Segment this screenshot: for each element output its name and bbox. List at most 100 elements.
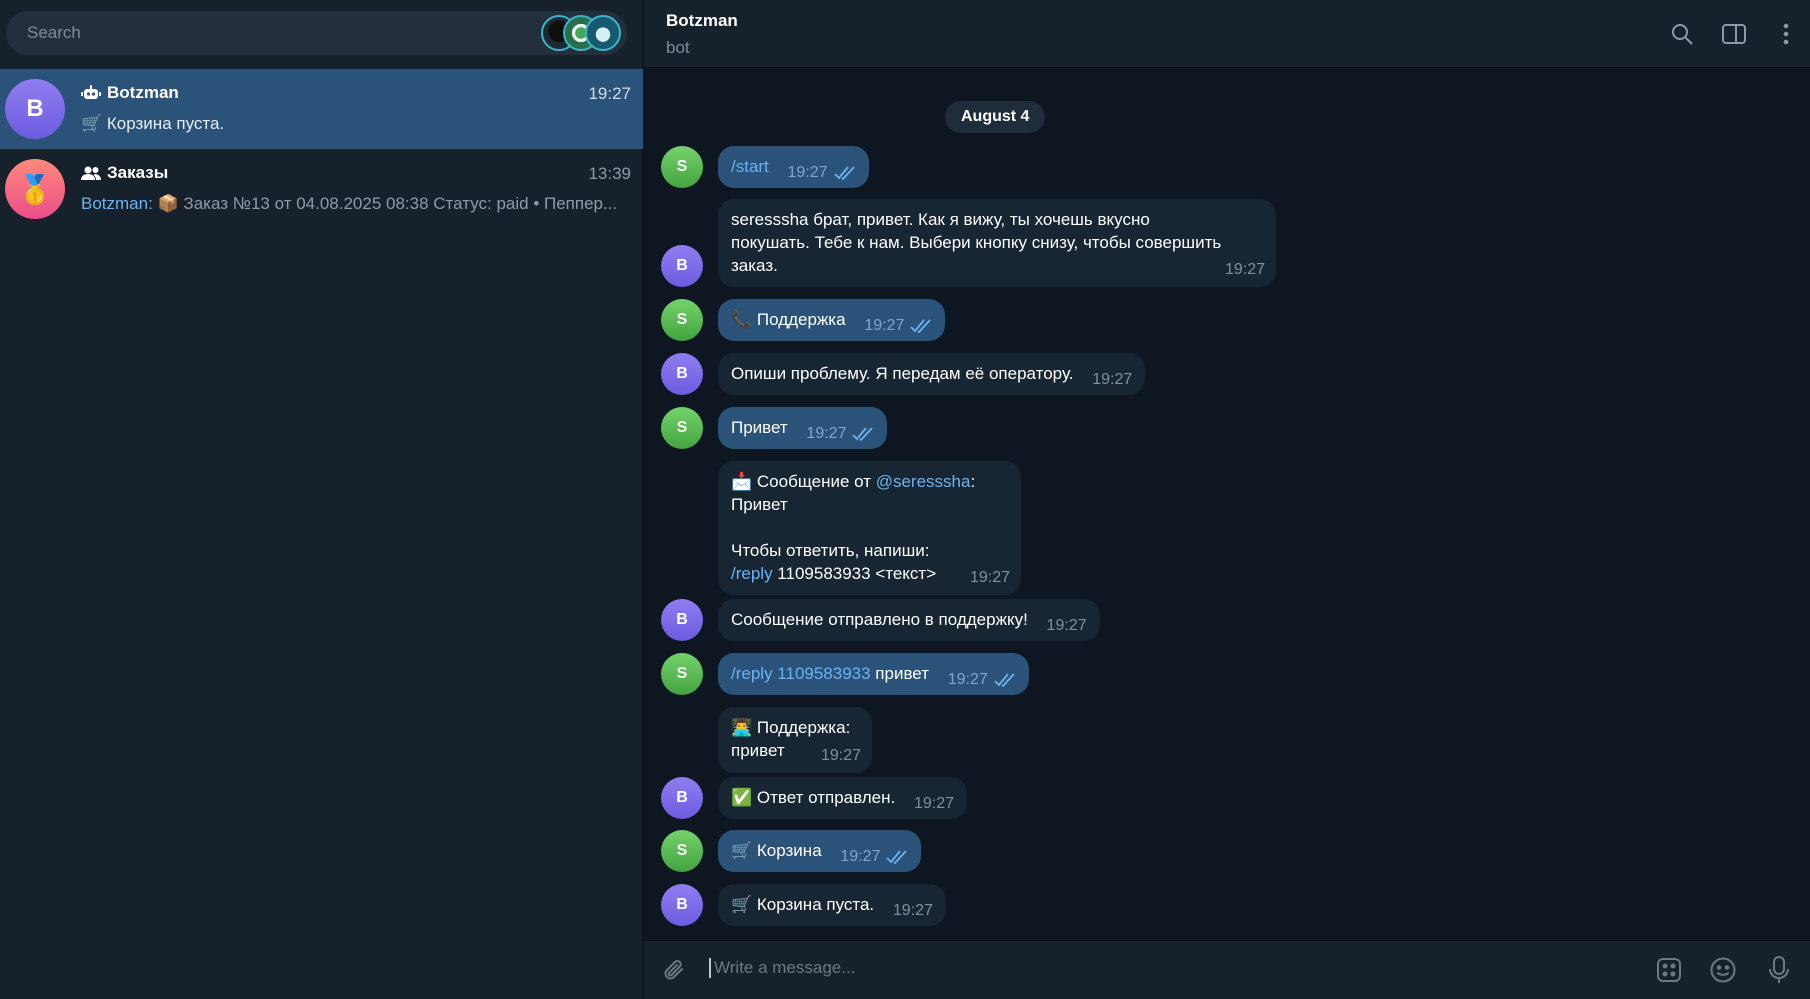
- message-bubble[interactable]: Сообщение отправлено в поддержку! 19:27: [718, 599, 1100, 641]
- message-text: Сообщение отправлено в поддержку!: [731, 610, 1028, 629]
- chat-preview: Botzman: 📦 Заказ №13 от 04.08.2025 08:38…: [81, 194, 631, 214]
- message-time: 19:27: [806, 425, 847, 442]
- message-meta: 19:27: [1047, 614, 1087, 637]
- avatar[interactable]: B: [661, 777, 703, 819]
- avatar[interactable]: S: [661, 407, 703, 449]
- stories-strip[interactable]: [541, 15, 621, 51]
- message-bubble[interactable]: 👨‍💻 Поддержка: привет 19:27: [718, 707, 872, 773]
- avatar[interactable]: S: [661, 299, 703, 341]
- command-link[interactable]: /reply: [731, 564, 773, 583]
- chat-title-text: Заказы: [107, 163, 169, 182]
- chat-header-subtitle: bot: [666, 38, 690, 57]
- search-icon[interactable]: [1668, 20, 1696, 48]
- group-icon: [81, 166, 101, 180]
- message-meta: 19:27: [1092, 368, 1132, 391]
- avatar[interactable]: B: [661, 599, 703, 641]
- chat-title: Botzman: [81, 83, 179, 103]
- message-time: 19:27: [947, 671, 988, 688]
- message-time: 19:27: [913, 795, 955, 812]
- chat-list-sidebar: B Botzman 19:27 🛒 Корзина пуста. 🥇 Заказ…: [0, 0, 643, 999]
- message-text: 🛒 Корзина пуста.: [731, 895, 875, 914]
- message-bubble[interactable]: /start 19:27: [718, 146, 869, 188]
- message-time: 19:27: [820, 747, 861, 764]
- mention-link[interactable]: @seresssha: [876, 472, 971, 491]
- preview-sender: Botzman:: [81, 194, 153, 213]
- avatar[interactable]: S: [661, 653, 703, 695]
- emoji-icon[interactable]: [1708, 955, 1738, 985]
- chat-title: Заказы: [81, 163, 168, 183]
- avatar[interactable]: B: [661, 245, 703, 287]
- message-line: 👨‍💻 Поддержка:: [731, 718, 851, 737]
- message-meta: 19:27: [914, 792, 954, 815]
- chat-item-botzman[interactable]: B Botzman 19:27 🛒 Корзина пуста.: [0, 69, 643, 149]
- bot-commands-icon[interactable]: [1654, 955, 1684, 985]
- chat-header-title[interactable]: Botzman: [666, 11, 738, 31]
- double-check-icon: [994, 672, 1015, 687]
- avatar[interactable]: B: [661, 353, 703, 395]
- avatar[interactable]: S: [661, 146, 703, 188]
- message-line: Привет: [731, 495, 788, 514]
- double-check-icon: [833, 165, 855, 180]
- message-meta: 19:27: [948, 668, 1016, 691]
- message-time: 19:27: [840, 848, 881, 865]
- chat-header: Botzman bot: [644, 0, 1810, 68]
- message-time: 19:27: [864, 317, 905, 334]
- message-bubble[interactable]: 🛒 Корзина пуста. 19:27: [718, 884, 946, 926]
- chat-item-orders[interactable]: 🥇 Заказы 13:39 Botzman: 📦 Заказ №13 от 0…: [0, 149, 643, 229]
- message-text: Привет: [731, 418, 788, 437]
- double-check-icon: [852, 426, 874, 441]
- message-bubble[interactable]: 🛒 Корзина 19:27: [718, 830, 922, 872]
- message-text: 🛒 Корзина: [731, 841, 822, 860]
- message-composer: [644, 940, 1810, 999]
- message-bubble[interactable]: Опиши проблему. Я передам её оператору. …: [718, 353, 1146, 395]
- message-time: 19:27: [1046, 617, 1087, 634]
- message-line: Чтобы ответить, напиши:: [731, 541, 930, 560]
- message-time: 19:27: [969, 569, 1010, 586]
- message-bubble[interactable]: 📞 Поддержка 19:27: [718, 299, 946, 341]
- message-time: 19:27: [1092, 371, 1133, 388]
- message-text: 📞 Поддержка: [731, 310, 846, 329]
- chat-time: 19:27: [588, 84, 631, 103]
- message-text: seresssha брат, привет. Как я вижу, ты х…: [731, 210, 1222, 275]
- message-bubble[interactable]: 📩 Сообщение от @seresssha: Привет Чтобы …: [718, 461, 1021, 595]
- message-text[interactable]: /start: [731, 157, 769, 176]
- message-text: Опиши проблему. Я передам её оператору.: [731, 364, 1074, 383]
- attach-icon[interactable]: [660, 955, 690, 985]
- message-bubble[interactable]: Привет 19:27: [718, 407, 888, 449]
- avatar[interactable]: S: [661, 830, 703, 872]
- avatar: B: [5, 79, 65, 139]
- bot-icon: [81, 85, 101, 99]
- command-link[interactable]: /reply 1109583933: [731, 664, 871, 683]
- message-meta: 19:27: [806, 422, 874, 445]
- message-input[interactable]: [709, 958, 1509, 978]
- chat-time: 13:39: [588, 164, 631, 183]
- message-text: ✅ Ответ отправлен.: [731, 788, 896, 807]
- double-check-icon: [910, 318, 932, 333]
- message-meta: 19:27: [840, 845, 908, 868]
- preview-text: 📦 Заказ №13 от 04.08.2025 08:38 Статус: …: [152, 194, 618, 213]
- sidebar-toggle-icon[interactable]: [1720, 20, 1748, 48]
- story-avatar[interactable]: [585, 15, 621, 51]
- avatar[interactable]: B: [661, 884, 703, 926]
- message-bubble[interactable]: seresssha брат, привет. Как я вижу, ты х…: [718, 199, 1276, 287]
- message-meta: 19:27: [893, 899, 933, 922]
- chat-preview: 🛒 Корзина пуста.: [81, 114, 225, 133]
- more-icon[interactable]: [1772, 20, 1800, 48]
- message-bubble[interactable]: /reply 1109583933 привет 19:27: [718, 653, 1029, 695]
- search-bar[interactable]: [6, 11, 627, 55]
- message-line: /reply 1109583933 <текст>: [731, 564, 937, 583]
- microphone-icon[interactable]: [1764, 955, 1794, 985]
- message-bubble[interactable]: ✅ Ответ отправлен. 19:27: [718, 777, 968, 819]
- message-time: 19:27: [892, 902, 933, 919]
- message-meta: 19:27: [788, 161, 856, 184]
- date-separator: August 4: [945, 101, 1046, 133]
- chat-title-text: Botzman: [107, 83, 179, 102]
- message-history[interactable]: August 4 S /start 19:27 B seresssha брат…: [644, 69, 1810, 940]
- message-line: 📩 Сообщение от @seresssha:: [731, 472, 976, 491]
- message-text: привет: [870, 664, 929, 683]
- message-meta: 19:27: [864, 314, 932, 337]
- search-input[interactable]: [27, 23, 527, 43]
- message-time: 19:27: [1224, 261, 1265, 278]
- avatar: 🥇: [5, 159, 65, 219]
- message-time: 19:27: [787, 164, 828, 181]
